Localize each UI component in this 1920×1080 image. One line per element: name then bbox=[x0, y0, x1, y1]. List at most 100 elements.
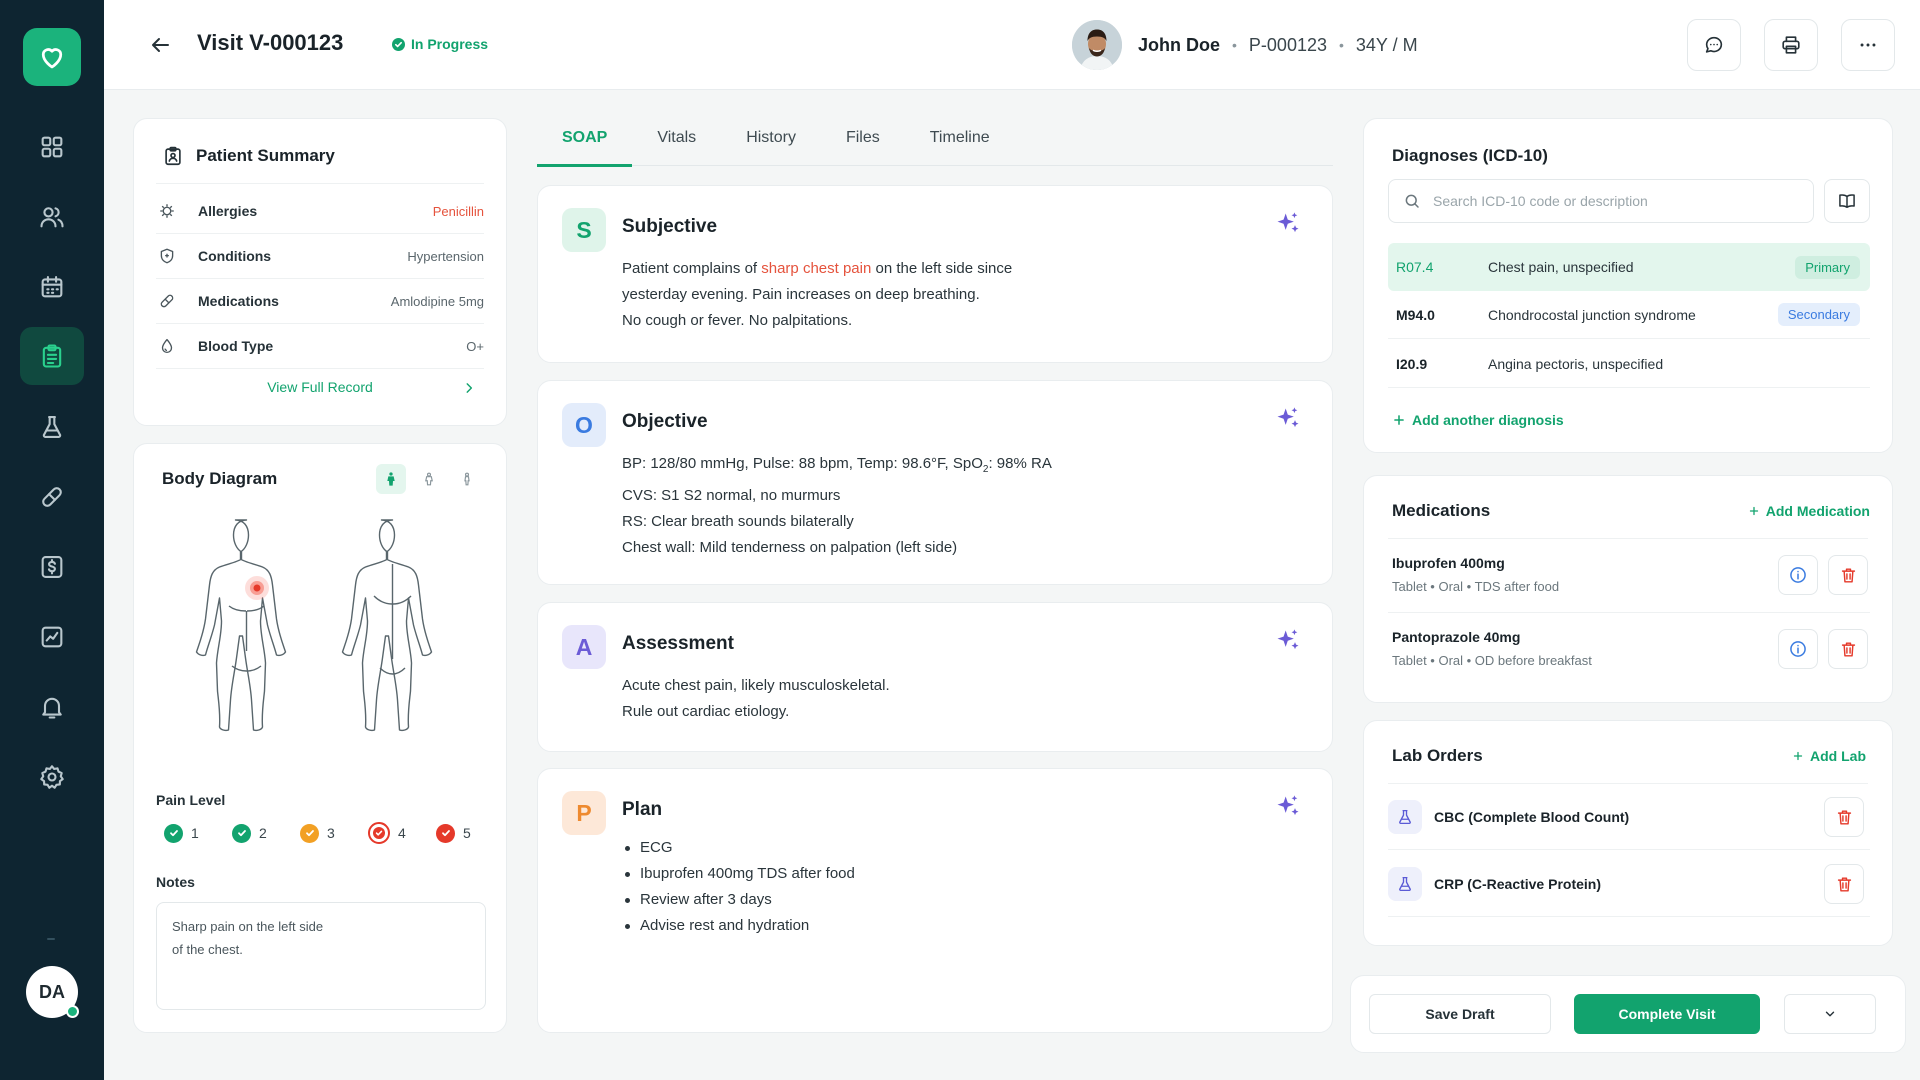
plan-item: Review after 3 days bbox=[622, 887, 855, 913]
sparkle-icon[interactable] bbox=[1274, 793, 1302, 821]
summary-row-allergies: Allergies Penicillin bbox=[156, 189, 484, 234]
tab-timeline[interactable]: Timeline bbox=[905, 110, 1015, 166]
add-lab-link[interactable]: Add Lab bbox=[1792, 748, 1866, 764]
patient-avatar[interactable] bbox=[1072, 20, 1122, 70]
subjective-text: on the left side since bbox=[871, 260, 1013, 277]
sidebar-item-notifications[interactable] bbox=[20, 678, 84, 736]
pain-option-2[interactable]: 2 bbox=[232, 822, 300, 844]
more-button[interactable] bbox=[1841, 19, 1895, 71]
back-button[interactable] bbox=[144, 30, 176, 60]
plus-icon bbox=[1394, 415, 1404, 425]
diagnoses-title: Diagnoses (ICD-10) bbox=[1392, 146, 1548, 165]
diagnosis-row-secondary[interactable]: M94.0 Chondrocostal junction syndrome Se… bbox=[1388, 291, 1870, 339]
info-icon bbox=[1790, 567, 1806, 583]
users-icon bbox=[40, 207, 64, 228]
add-diagnosis-link[interactable]: Add another diagnosis bbox=[1392, 412, 1564, 428]
soap-section-body[interactable]: Acute chest pain, likely musculoskeletal… bbox=[622, 673, 890, 725]
chat-icon bbox=[1705, 36, 1723, 53]
medication-info-button[interactable] bbox=[1778, 629, 1818, 669]
icd-search-input[interactable] bbox=[1433, 193, 1773, 209]
pain-option-5[interactable]: 5 bbox=[436, 822, 504, 844]
flask-icon bbox=[1388, 799, 1422, 834]
soap-section-body[interactable]: Patient complains of sharp chest pain on… bbox=[622, 256, 1012, 334]
pain-level-selector: 1 2 3 4 5 bbox=[164, 822, 504, 844]
tab-files[interactable]: Files bbox=[821, 110, 905, 166]
tab-vitals[interactable]: Vitals bbox=[632, 110, 721, 166]
diagnosis-code: M94.0 bbox=[1396, 306, 1435, 323]
summary-value: Hypertension bbox=[407, 248, 484, 264]
medication-delete-button[interactable] bbox=[1828, 629, 1868, 669]
app-logo[interactable] bbox=[23, 28, 81, 86]
print-button[interactable] bbox=[1764, 19, 1818, 71]
trash-icon bbox=[1837, 809, 1851, 825]
sidebar-item-lab[interactable] bbox=[20, 398, 84, 456]
separator-dot: • bbox=[1339, 37, 1344, 53]
diagnoses-card: Diagnoses (ICD-10) R07.4 Chest pain, uns… bbox=[1363, 118, 1893, 453]
chat-button[interactable] bbox=[1687, 19, 1741, 71]
sidebar-item-pharmacy[interactable] bbox=[20, 468, 84, 526]
status-badge: In Progress bbox=[392, 36, 488, 52]
medication-delete-button[interactable] bbox=[1828, 555, 1868, 595]
status-text: In Progress bbox=[411, 36, 489, 52]
icd-browse-button[interactable] bbox=[1824, 179, 1870, 223]
medication-item: Ibuprofen 400mg Tablet • Oral • TDS afte… bbox=[1388, 539, 1870, 613]
diagnosis-desc: Chest pain, unspecified bbox=[1488, 259, 1634, 275]
soap-section-title: Assessment bbox=[622, 633, 734, 654]
dollar-icon bbox=[41, 556, 63, 578]
pain-option-1[interactable]: 1 bbox=[164, 822, 232, 844]
sparkle-icon[interactable] bbox=[1274, 627, 1302, 655]
chevron-right-icon[interactable] bbox=[462, 381, 476, 395]
soap-section-body[interactable]: BP: 128/80 mmHg, Pulse: 88 bpm, Temp: 98… bbox=[622, 451, 1052, 561]
sidebar-item-visits[interactable] bbox=[20, 327, 84, 385]
pain-marker-point bbox=[253, 584, 261, 592]
pill-icon bbox=[160, 294, 174, 308]
summary-label: Blood Type bbox=[198, 338, 274, 354]
side-view-toggle[interactable] bbox=[414, 464, 444, 494]
sparkle-icon[interactable] bbox=[1274, 405, 1302, 433]
back-view-toggle[interactable] bbox=[452, 464, 482, 494]
soap-assessment-card: A Assessment Acute chest pain, likely mu… bbox=[537, 602, 1333, 752]
lab-delete-button[interactable] bbox=[1824, 864, 1864, 904]
pain-option-label: 2 bbox=[259, 825, 267, 841]
clipboard-user-icon bbox=[165, 146, 181, 166]
patient-name: John Doe bbox=[1138, 34, 1221, 55]
flask-icon bbox=[42, 416, 62, 438]
user-avatar[interactable]: DA bbox=[26, 966, 79, 1018]
tab-soap[interactable]: SOAP bbox=[537, 110, 633, 167]
medication-name: Ibuprofen 400mg bbox=[1392, 555, 1505, 571]
body-back-figure[interactable] bbox=[330, 516, 455, 778]
complete-visit-button[interactable]: Complete Visit bbox=[1574, 994, 1760, 1034]
sidebar-item-dashboard[interactable] bbox=[20, 118, 84, 176]
sidebar-item-settings[interactable] bbox=[20, 748, 84, 806]
diagnosis-row-primary[interactable]: R07.4 Chest pain, unspecified Primary bbox=[1388, 243, 1870, 291]
front-view-toggle[interactable] bbox=[376, 464, 406, 494]
selected-circle-icon bbox=[368, 822, 390, 844]
body-front-figure[interactable] bbox=[184, 516, 309, 778]
summary-row-conditions: Conditions Hypertension bbox=[156, 234, 484, 279]
save-draft-button[interactable]: Save Draft bbox=[1369, 994, 1551, 1034]
pain-level-title: Pain Level bbox=[156, 792, 226, 808]
tab-history[interactable]: History bbox=[721, 110, 821, 166]
diagnosis-code: R07.4 bbox=[1396, 259, 1434, 275]
sidebar-item-billing[interactable] bbox=[20, 538, 84, 596]
soap-section-body[interactable]: ECG Ibuprofen 400mg TDS after food Revie… bbox=[622, 835, 855, 939]
summary-value: Penicillin bbox=[432, 203, 484, 219]
medication-info-button[interactable] bbox=[1778, 555, 1818, 595]
more-actions-dropdown[interactable] bbox=[1784, 994, 1876, 1034]
notes-textarea[interactable]: Sharp pain on the left side of the chest… bbox=[156, 902, 486, 1010]
medications-card: Medications Add Medication Ibuprofen 400… bbox=[1363, 475, 1893, 703]
view-full-record-link[interactable]: View Full Record bbox=[134, 379, 506, 395]
summary-label: Allergies bbox=[198, 203, 258, 219]
pain-option-3[interactable]: 3 bbox=[300, 822, 368, 844]
diagnosis-row[interactable]: I20.9 Angina pectoris, unspecified bbox=[1388, 340, 1870, 388]
subjective-line: No cough or fever. No palpitations. bbox=[622, 312, 853, 329]
summary-row-medications: Medications Amlodipine 5mg bbox=[156, 279, 484, 324]
add-medication-link[interactable]: Add Medication bbox=[1748, 503, 1870, 519]
sparkle-icon[interactable] bbox=[1274, 210, 1302, 238]
assessment-line: Acute chest pain, likely musculoskeletal… bbox=[622, 677, 890, 694]
lab-delete-button[interactable] bbox=[1824, 797, 1864, 837]
sidebar-item-calendar[interactable] bbox=[20, 258, 84, 316]
sidebar-item-patients[interactable] bbox=[20, 188, 84, 246]
sidebar-item-reports[interactable] bbox=[20, 608, 84, 666]
pain-option-4-selected[interactable]: 4 bbox=[368, 822, 436, 844]
